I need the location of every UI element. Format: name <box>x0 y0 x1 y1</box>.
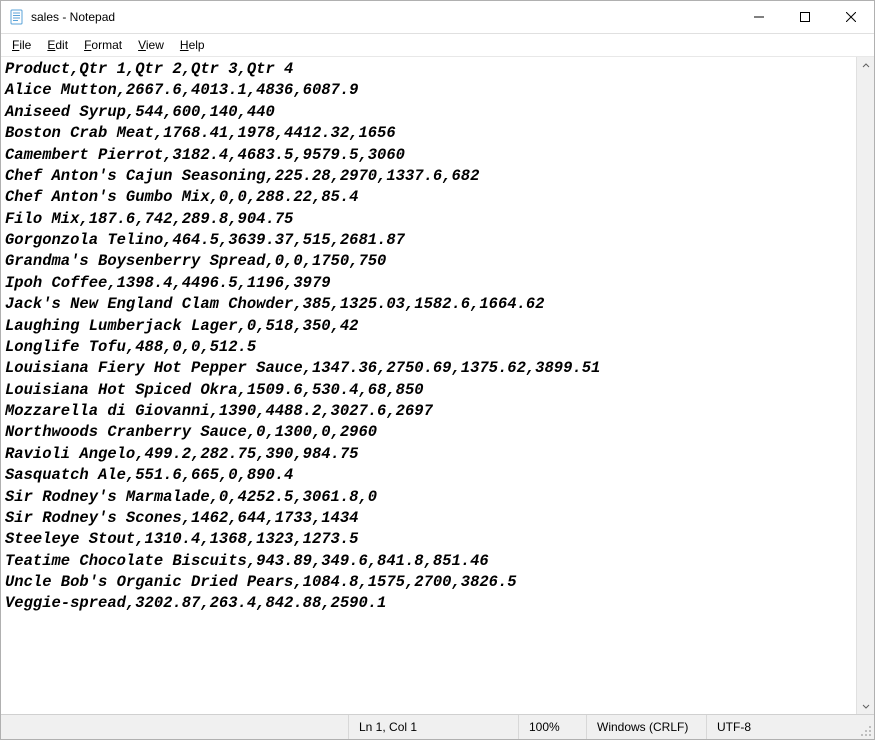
resize-grip-icon[interactable] <box>856 715 874 739</box>
status-cursor-position: Ln 1, Col 1 <box>348 715 518 739</box>
menu-format[interactable]: Format <box>77 36 129 54</box>
minimize-button[interactable] <box>736 1 782 33</box>
close-button[interactable] <box>828 1 874 33</box>
menu-help[interactable]: Help <box>173 36 212 54</box>
notepad-window: sales - Notepad File Edit Format View He… <box>0 0 875 740</box>
vertical-scrollbar[interactable] <box>856 57 874 714</box>
window-title: sales - Notepad <box>31 10 115 24</box>
scroll-down-arrow[interactable] <box>857 697 874 714</box>
content-area: Product,Qtr 1,Qtr 2,Qtr 3,Qtr 4 Alice Mu… <box>1 57 874 714</box>
text-editor[interactable]: Product,Qtr 1,Qtr 2,Qtr 3,Qtr 4 Alice Mu… <box>1 57 856 714</box>
window-controls <box>736 1 874 33</box>
status-encoding: UTF-8 <box>706 715 856 739</box>
menu-file[interactable]: File <box>5 36 38 54</box>
notepad-app-icon <box>9 9 25 25</box>
maximize-button[interactable] <box>782 1 828 33</box>
scroll-up-arrow[interactable] <box>857 57 874 74</box>
status-line-endings: Windows (CRLF) <box>586 715 706 739</box>
menubar: File Edit Format View Help <box>1 34 874 57</box>
statusbar: Ln 1, Col 1 100% Windows (CRLF) UTF-8 <box>1 714 874 739</box>
menu-view[interactable]: View <box>131 36 171 54</box>
status-empty <box>1 715 348 739</box>
status-zoom: 100% <box>518 715 586 739</box>
menu-edit[interactable]: Edit <box>40 36 75 54</box>
titlebar[interactable]: sales - Notepad <box>1 1 874 34</box>
